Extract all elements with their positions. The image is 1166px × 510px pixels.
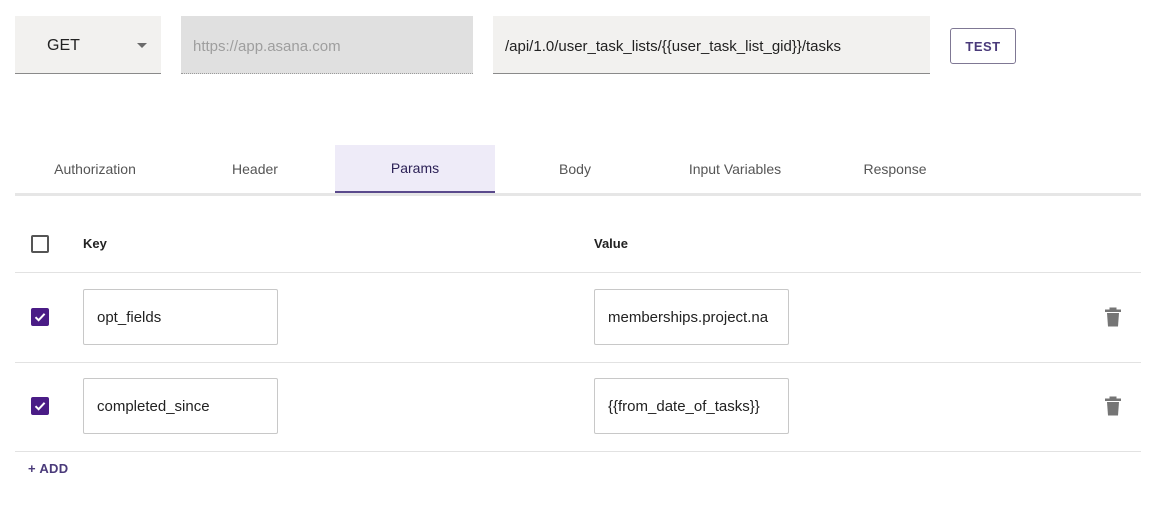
method-value: GET (47, 37, 80, 54)
method-select[interactable]: GET (15, 16, 161, 74)
table-row: completed_since {{from_date_of_tasks}} (15, 362, 1141, 452)
param-key-input[interactable]: completed_since (83, 378, 278, 434)
param-key-input[interactable]: opt_fields (83, 289, 278, 345)
trash-icon[interactable] (1104, 307, 1122, 327)
caret-down-icon (137, 43, 147, 48)
path-input[interactable]: /api/1.0/user_task_lists/{{user_task_lis… (493, 16, 930, 74)
row-checkbox[interactable] (31, 397, 49, 415)
select-all-checkbox[interactable] (31, 235, 49, 253)
trash-icon[interactable] (1104, 396, 1122, 416)
base-url-input[interactable]: https://app.asana.com (181, 16, 473, 74)
checkbox-checked-icon (34, 402, 46, 411)
base-url-placeholder: https://app.asana.com (193, 38, 341, 55)
tab-header[interactable]: Header (175, 145, 335, 193)
add-param-button[interactable]: + ADD (28, 461, 68, 476)
params-table-header: Key Value (15, 218, 1141, 273)
value-column-header: Value (594, 236, 628, 251)
table-row: opt_fields memberships.project.na (15, 273, 1141, 363)
path-value: /api/1.0/user_task_lists/{{user_task_lis… (505, 38, 842, 55)
key-column-header: Key (83, 236, 107, 251)
param-value-input[interactable]: memberships.project.na (594, 289, 789, 345)
tab-input-variables[interactable]: Input Variables (655, 145, 815, 193)
tab-bar: Authorization Header Params Body Input V… (15, 145, 1141, 196)
param-value-input[interactable]: {{from_date_of_tasks}} (594, 378, 789, 434)
row-checkbox[interactable] (31, 308, 49, 326)
test-button[interactable]: TEST (950, 28, 1016, 64)
tab-params[interactable]: Params (335, 145, 495, 193)
checkbox-checked-icon (34, 313, 46, 322)
tab-response[interactable]: Response (815, 145, 975, 193)
tab-body[interactable]: Body (495, 145, 655, 193)
tab-authorization[interactable]: Authorization (15, 145, 175, 193)
